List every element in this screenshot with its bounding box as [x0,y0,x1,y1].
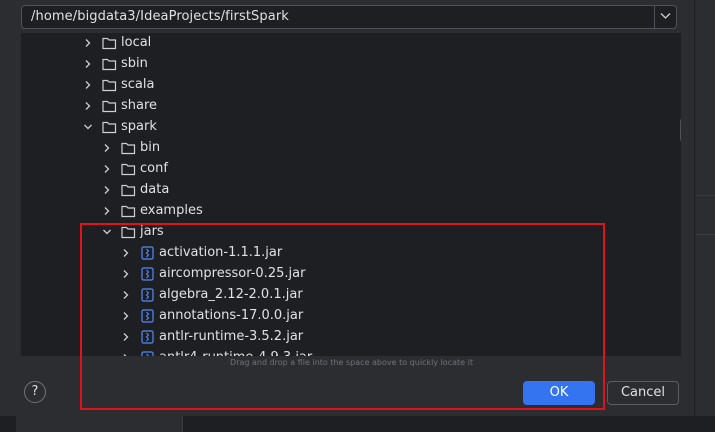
folder-icon [102,79,117,92]
ide-background-left [0,0,9,432]
file-chooser-dialog: /home/bigdata3/IdeaProjects/firstSpark l… [9,0,694,416]
tree-row-folder[interactable]: data [21,180,661,201]
tree-row-folder[interactable]: share [21,96,661,117]
tree-item-label: algebra_2.12-2.0.1.jar [159,287,303,302]
drop-hint: Drag and drop a file into the space abov… [230,358,473,367]
tree-row-folder[interactable]: conf [21,159,661,180]
tree-item-label: local [121,35,152,50]
tree-row-folder[interactable]: spark [21,117,661,138]
chevron-down-icon[interactable] [102,227,112,237]
ide-side-panel [696,195,715,235]
file-tree[interactable]: local sbin scala share spark bin conf data examp… [21,33,681,356]
tree-row-folder[interactable]: bin [21,138,661,159]
archive-jar-icon [141,330,154,344]
ide-project-panel-edge [16,416,183,432]
tree-item-label: antlr4-runtime-4.9.3.jar [159,350,312,356]
tree-item-label: share [121,98,158,113]
tree-row-jar[interactable]: algebra_2.12-2.0.1.jar [21,285,661,306]
chevron-right-icon[interactable] [121,353,131,356]
archive-jar-icon [141,351,154,356]
chevron-right-icon[interactable] [102,143,112,153]
tree-item-label: annotations-17.0.0.jar [159,308,304,323]
folder-icon [102,100,117,113]
tree-row-jar[interactable]: aircompressor-0.25.jar [21,264,661,285]
chevron-right-icon[interactable] [121,332,131,342]
archive-jar-icon [141,288,154,302]
tree-item-label: data [140,182,170,197]
tree-row-folder[interactable]: scala [21,75,661,96]
tree-row-folder[interactable]: jars [21,222,661,243]
archive-jar-icon [141,309,154,323]
tree-item-label: spark [121,119,157,134]
ok-button[interactable]: OK [523,381,595,405]
path-field-text[interactable]: /home/bigdata3/IdeaProjects/firstSpark [31,9,289,24]
path-combobox[interactable]: /home/bigdata3/IdeaProjects/firstSpark [21,5,677,29]
chevron-right-icon[interactable] [121,248,131,258]
tree-item-label: conf [140,161,168,176]
tree-item-label: sbin [121,56,148,71]
tree-item-label: scala [121,77,155,92]
chevron-down-icon [660,13,671,19]
path-history-dropdown-button[interactable] [654,6,676,28]
folder-icon [121,163,136,176]
chevron-right-icon[interactable] [121,290,131,300]
cancel-button[interactable]: Cancel [607,381,679,405]
tree-row-folder[interactable]: sbin [21,54,661,75]
help-button[interactable]: ? [24,381,46,403]
folder-icon [121,205,136,218]
tree-row-jar[interactable]: antlr-runtime-3.5.2.jar [21,327,661,348]
folder-icon [121,226,136,239]
chevron-right-icon[interactable] [121,269,131,279]
chevron-down-icon[interactable] [83,122,93,132]
folder-icon [121,142,136,155]
tree-item-label: examples [140,203,203,218]
tree-row-folder[interactable]: examples [21,201,661,222]
folder-icon [121,184,136,197]
folder-icon [102,121,117,134]
chevron-right-icon[interactable] [102,206,112,216]
folder-icon [102,37,117,50]
tree-row-jar[interactable]: activation-1.1.1.jar [21,243,661,264]
tree-item-label: aircompressor-0.25.jar [159,266,306,281]
folder-icon [102,58,117,71]
tree-item-label: antlr-runtime-3.5.2.jar [159,329,304,344]
tree-row-jar[interactable]: annotations-17.0.0.jar [21,306,661,327]
archive-jar-icon [141,246,154,260]
chevron-right-icon[interactable] [83,59,93,69]
chevron-right-icon[interactable] [83,38,93,48]
tree-item-label: bin [140,140,161,155]
chevron-right-icon[interactable] [83,101,93,111]
archive-jar-icon [141,267,154,281]
tree-scrollbar-thumb[interactable] [680,117,681,143]
tree-row-jar[interactable]: antlr4-runtime-4.9.3.jar [21,348,661,356]
tree-row-folder[interactable]: local [21,33,661,54]
chevron-right-icon[interactable] [102,164,112,174]
chevron-right-icon[interactable] [83,80,93,90]
ide-editor-edge [183,416,694,432]
tree-item-label: jars [140,224,164,239]
chevron-right-icon[interactable] [121,311,131,321]
tree-item-label: activation-1.1.1.jar [159,245,283,260]
chevron-right-icon[interactable] [102,185,112,195]
ide-background-bottom [0,416,715,432]
